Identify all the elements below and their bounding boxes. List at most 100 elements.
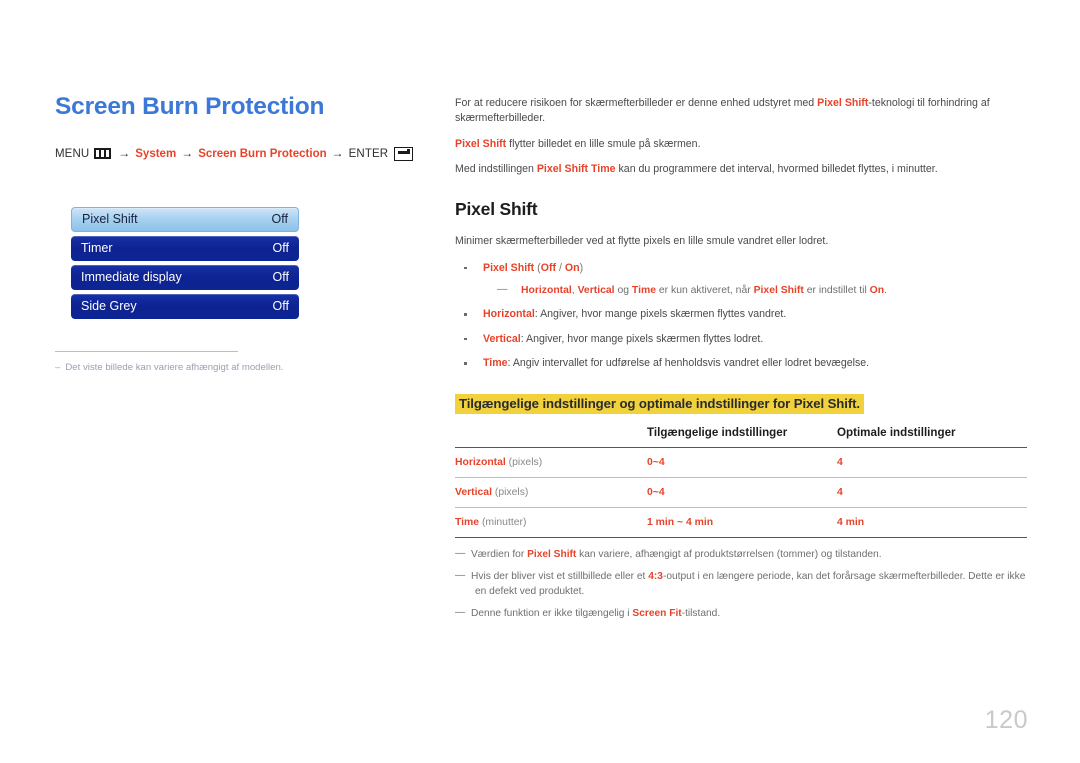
table-row: Time (minutter) 1 min ~ 4 min 4 min [455,507,1027,539]
bullet-text: : Angiv intervallet for udførelse af hen… [507,356,870,369]
bullet-time: Time: Angiv intervallet for udførelse af… [455,356,1027,371]
footnote-text-a: Hvis der bliver vist et stillbillede ell… [471,571,649,583]
bullet-label: Horizontal [483,308,535,321]
osd-item-value: Off [272,270,289,285]
table-header-row: Tilgængelige indstillinger Optimale inds… [455,420,1027,449]
pixel-shift-subnote: — Horizontal, Vertical og Time er kun akt… [497,283,1027,298]
intro-paragraph-1: For at reducere risikoen for skærmefterb… [455,96,1027,127]
subnote-term-horizontal: Horizontal [521,285,572,297]
footnote-text-a: Værdien for [471,549,528,561]
intro-paragraphs: For at reducere risikoen for skærmefterb… [455,96,1027,177]
enter-label: ENTER [348,147,389,160]
path-arrow-2: → [181,145,194,160]
row-label: Time [455,517,480,529]
footnotes-list: — Værdien for Pixel Shift kan variere, af… [455,548,1027,621]
osd-item-timer[interactable]: Timer Off [71,235,299,261]
footnote-text-c: -output i en længere periode, kan det fo… [662,571,1026,583]
intro-paragraph-3: Med indstillingen Pixel Shift Time kan d… [455,162,1027,177]
bullet-text: : Angiver, hvor mange pixels skærmen fly… [520,332,764,345]
subnote-text-2: er indstillet til [803,285,870,297]
osd-item-value: Off [271,212,288,227]
table-header-blank [455,420,647,449]
table-cell-available: 1 min ~ 4 min [647,507,837,539]
table-cell-label: Time (minutter) [455,507,647,539]
subnote-text-1: er kun aktiveret, når [655,285,754,297]
intro-p1-term: Pixel Shift [817,97,869,109]
table-header-available: Tilgængelige indstillinger [647,420,837,449]
table-cell-available: 0~4 [647,477,837,509]
bullet-text: : Angiver, hvor mange pixels skærmen fly… [534,308,787,321]
row-label: Vertical [455,487,492,499]
section-title: Pixel Shift [455,199,538,220]
page-title: Screen Burn Protection [55,93,325,120]
osd-item-value: Off [272,241,289,256]
bullet-option-on: On [564,261,580,274]
footnote-1: — Værdien for Pixel Shift kan variere, af… [455,548,1027,563]
footnote-dash: — [455,606,466,618]
subnote-period: . [884,285,887,297]
subnote-dash: — [497,284,508,296]
subnote-term-on: On [869,285,885,297]
footnote-dash: — [455,548,466,560]
footnote-text-c: -tilstand. [681,607,721,619]
bullet-paren-close: ) [579,261,584,274]
path-arrow-3: → [331,145,344,160]
bullet-option-sep: / [556,261,565,274]
intro-p2-term: Pixel Shift [455,137,507,150]
menu-navigation-path: MENU → System → Screen Burn Protection →… [55,145,415,161]
page-number: 120 [984,706,1028,734]
left-column: Screen Burn Protection MENU → System → S… [55,93,415,374]
row-unit: (pixels) [505,457,543,469]
footnote-term: Screen Fit [632,607,682,619]
table-cell-optimal: 4 [837,447,1027,479]
osd-item-immediate-display[interactable]: Immediate display Off [71,264,299,290]
osd-item-value: Off [272,299,289,314]
bullet-vertical: Vertical: Angiver, hvor mange pixels skæ… [455,332,1027,347]
footnote-text-a: Denne funktion er ikke tilgængelig i [471,607,633,619]
footnote-term: Pixel Shift [527,549,577,561]
bullet-label: Pixel Shift [483,261,535,274]
right-column: For at reducere risikoen for skærmefterb… [455,96,1027,628]
row-unit: (pixels) [491,487,529,499]
footnote-dash: – [55,361,61,373]
footnote-dash: — [455,570,466,582]
menu-bars-icon [94,148,112,160]
settings-table: Tilgængelige indstillinger Optimale inds… [455,420,1027,539]
settings-bullet-list: Pixel Shift (Off / On) — Horizontal, Vert… [455,261,1027,372]
intro-p3-a: Med indstillingen [455,163,537,176]
intro-p1-a: For at reducere risikoen for skærmefterb… [455,97,818,109]
intro-p3-c: kan du programmere det interval, hvormed… [615,163,938,176]
footnote-text-c: kan variere, afhængigt af produktstørrel… [576,549,882,561]
table-row: Horizontal (pixels) 0~4 4 [455,447,1027,479]
osd-item-label: Immediate display [81,270,182,285]
table-cell-label: Vertical (pixels) [455,477,647,509]
bullet-label: Vertical [483,332,521,345]
osd-item-label: Side Grey [81,299,137,314]
bullet-horizontal: Horizontal: Angiver, hvor mange pixels s… [455,307,1027,322]
table-row: Vertical (pixels) 0~4 4 [455,477,1027,509]
path-step-screen-burn-protection: Screen Burn Protection [198,147,327,160]
row-label: Horizontal [455,457,506,469]
osd-item-label: Pixel Shift [82,212,138,227]
footnote-2: — Hvis der bliver vist et stillbillede el… [455,570,1027,600]
table-cell-label: Horizontal (pixels) [455,447,647,479]
osd-menu-mock: Pixel Shift Off Timer Off Immediate disp… [71,206,299,319]
osd-item-side-grey[interactable]: Side Grey Off [71,293,299,319]
footnote-text: Det viste billede kan variere afhængigt … [65,361,284,373]
subnote-term-pixel-shift: Pixel Shift [753,285,804,297]
path-arrow-1: → [118,145,131,160]
subnote-sep-2: og [614,285,632,297]
subnote-term-time: Time [631,285,656,297]
intro-p3-term: Pixel Shift Time [536,163,616,176]
table-header-optimal: Optimale indstillinger [837,420,1027,449]
manual-page: Screen Burn Protection MENU → System → S… [0,0,1080,763]
path-step-system: System [135,147,177,160]
bullet-pixel-shift: Pixel Shift (Off / On) — Horizontal, Vert… [455,261,1027,298]
footnote-text-d: en defekt ved produktet. [475,585,585,597]
left-footnote: – Det viste billede kan variere afhængig… [55,350,305,374]
menu-label: MENU [55,147,90,160]
intro-paragraph-2: Pixel Shift flytter billedet en lille sm… [455,137,1027,152]
osd-item-label: Timer [81,241,113,256]
osd-item-pixel-shift[interactable]: Pixel Shift Off [71,206,299,232]
row-unit: (minutter) [479,517,527,529]
